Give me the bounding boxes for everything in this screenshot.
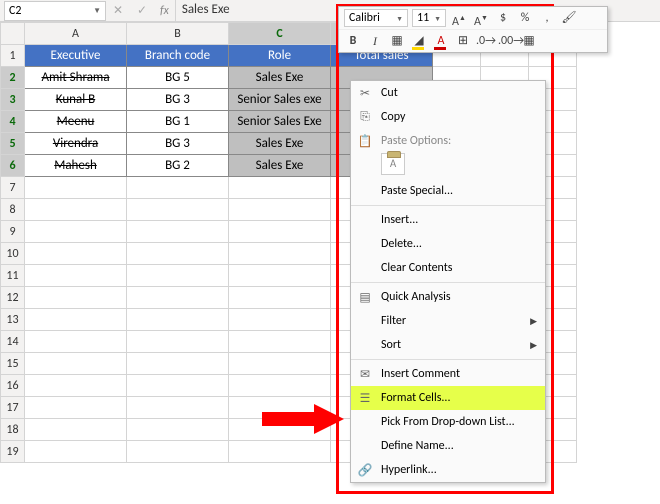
- cell[interactable]: Kunal B: [25, 89, 127, 111]
- decrease-font-icon[interactable]: A▼: [472, 9, 490, 27]
- header-cell[interactable]: Branch code: [127, 45, 229, 67]
- cell[interactable]: Senior Sales exe: [229, 89, 331, 111]
- cancel-formula-icon[interactable]: ✕: [106, 3, 130, 18]
- cell[interactable]: BG 5: [127, 67, 229, 89]
- fill-color-icon[interactable]: ◢: [410, 32, 428, 50]
- scissors-icon: ✂: [355, 84, 375, 102]
- select-all-corner[interactable]: [1, 23, 25, 45]
- cell[interactable]: Senior Sales Exe: [229, 111, 331, 133]
- chevron-down-icon: ▼: [434, 14, 441, 23]
- name-box[interactable]: C2 ▼: [4, 1, 106, 21]
- row-header[interactable]: 4: [1, 111, 25, 133]
- row-header[interactable]: 5: [1, 133, 25, 155]
- row-header[interactable]: 3: [1, 89, 25, 111]
- percent-format-icon[interactable]: %: [516, 9, 534, 27]
- enter-formula-icon[interactable]: ✓: [130, 3, 154, 18]
- cell[interactable]: Meenu: [25, 111, 127, 133]
- name-box-value: C2: [9, 4, 21, 18]
- menu-paste-special[interactable]: Paste Special...: [351, 179, 545, 203]
- col-header-B[interactable]: B: [127, 23, 229, 45]
- cell[interactable]: BG 3: [127, 89, 229, 111]
- chevron-down-icon[interactable]: ▼: [93, 6, 101, 16]
- col-header-C[interactable]: C: [229, 23, 331, 45]
- paste-option-button[interactable]: A: [381, 153, 405, 175]
- formula-value[interactable]: Sales Exe: [175, 0, 230, 21]
- increase-decimal-icon[interactable]: .0→: [476, 32, 494, 50]
- header-cell[interactable]: Role: [229, 45, 331, 67]
- bold-button[interactable]: B: [344, 32, 362, 50]
- comment-icon: ✉: [355, 365, 375, 383]
- menu-sort[interactable]: Sort ▶: [351, 333, 545, 357]
- conditional-format-icon[interactable]: ▦: [520, 32, 538, 50]
- mini-toolbar: Calibri ▼ 11 ▼ A▲ A▼ $ % , 🖌 B I ▦ ◢ A ⊞…: [338, 6, 608, 53]
- menu-delete[interactable]: Delete...: [351, 232, 545, 256]
- font-color-icon[interactable]: A: [432, 32, 450, 50]
- borders-icon[interactable]: ▦: [388, 32, 406, 50]
- menu-pick-dropdown[interactable]: Pick From Drop-down List...: [351, 410, 545, 434]
- submenu-arrow-icon: ▶: [530, 340, 537, 351]
- menu-format-cells[interactable]: ☰ Format Cells...: [351, 386, 545, 410]
- quick-analysis-icon: ▤: [355, 288, 375, 306]
- menu-insert-comment[interactable]: ✉ Insert Comment: [351, 362, 545, 386]
- italic-button[interactable]: I: [366, 32, 384, 50]
- chevron-down-icon: ▼: [396, 14, 403, 23]
- header-cell[interactable]: Executive: [25, 45, 127, 67]
- row-header[interactable]: 6: [1, 155, 25, 177]
- menu-copy[interactable]: ⎘ Copy: [351, 105, 545, 129]
- row-header[interactable]: 1: [1, 45, 25, 67]
- menu-cut[interactable]: ✂ Cut: [351, 81, 545, 105]
- cell[interactable]: Virendra: [25, 133, 127, 155]
- col-header-A[interactable]: A: [25, 23, 127, 45]
- fx-icon[interactable]: fx: [160, 4, 169, 18]
- merge-center-icon[interactable]: ⊞: [454, 32, 472, 50]
- accounting-format-icon[interactable]: $: [494, 9, 512, 27]
- format-painter-icon[interactable]: 🖌: [560, 9, 578, 27]
- cell[interactable]: Sales Exe: [229, 133, 331, 155]
- cell[interactable]: BG 2: [127, 155, 229, 177]
- cell[interactable]: Mahesh: [25, 155, 127, 177]
- menu-insert[interactable]: Insert...: [351, 208, 545, 232]
- context-menu: ✂ Cut ⎘ Copy 📋 Paste Options: A Paste Sp…: [350, 80, 546, 483]
- decrease-decimal-icon[interactable]: .00→: [498, 32, 516, 50]
- increase-font-icon[interactable]: A▲: [450, 9, 468, 27]
- menu-hyperlink[interactable]: 🔗 Hyperlink...: [351, 458, 545, 482]
- menu-filter[interactable]: Filter ▶: [351, 309, 545, 333]
- clipboard-icon: 📋: [355, 132, 375, 150]
- cell[interactable]: Sales Exe: [229, 155, 331, 177]
- menu-quick-analysis[interactable]: ▤ Quick Analysis: [351, 285, 545, 309]
- hyperlink-icon: 🔗: [355, 461, 375, 479]
- cell[interactable]: Amit Shrama: [25, 67, 127, 89]
- cell[interactable]: BG 1: [127, 111, 229, 133]
- copy-icon: ⎘: [355, 108, 375, 126]
- comma-format-icon[interactable]: ,: [538, 9, 556, 27]
- menu-clear-contents[interactable]: Clear Contents: [351, 256, 545, 280]
- font-family-selector[interactable]: Calibri ▼: [344, 9, 408, 27]
- submenu-arrow-icon: ▶: [530, 316, 537, 327]
- font-size-selector[interactable]: 11 ▼: [412, 9, 446, 27]
- menu-define-name[interactable]: Define Name...: [351, 434, 545, 458]
- menu-paste-options-label: 📋 Paste Options:: [351, 129, 545, 153]
- row-header[interactable]: 2: [1, 67, 25, 89]
- cell[interactable]: BG 3: [127, 133, 229, 155]
- cell[interactable]: Sales Exe: [229, 67, 331, 89]
- format-cells-icon: ☰: [355, 389, 375, 407]
